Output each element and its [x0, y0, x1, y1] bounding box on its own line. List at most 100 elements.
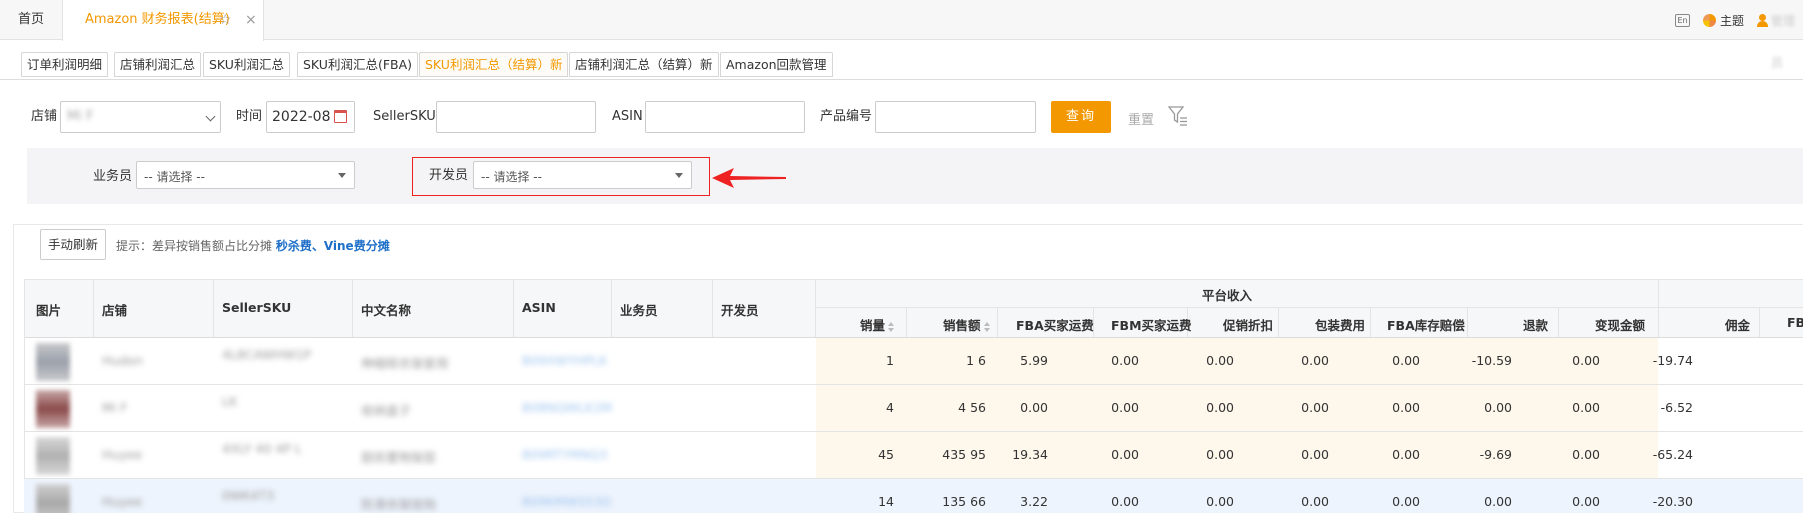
cell-store: Hudon: [102, 353, 143, 368]
table-row[interactable]: Huyee 0WK4T3 防滑衣架挂钩 B09KMWS53D 14 135 66 3.22…: [24, 478, 1803, 513]
cell-cash-amount: 0.00: [1572, 353, 1600, 368]
cell-fba-inventory-comp: 0.00: [1392, 353, 1420, 368]
product-thumbnail[interactable]: [36, 390, 70, 428]
report-subtabs: 订单利润明细 店铺利润汇总 SKU利润汇总 SKU利润汇总(FBA) SKU利润…: [0, 48, 1803, 80]
cell-packaging-fee: 0.00: [1301, 447, 1329, 462]
developer-select-value: -- 请选择 --: [481, 170, 542, 184]
hint-prefix: 提示：差异按销售额占比分摊: [116, 239, 276, 253]
subtab-amazon-payment-management[interactable]: Amazon回款管理: [720, 52, 833, 77]
product-thumbnail[interactable]: [36, 437, 70, 475]
cell-packaging-fee: 0.00: [1301, 353, 1329, 368]
close-icon[interactable]: ×: [245, 0, 257, 40]
subtab-sku-profit-summary-settled[interactable]: SKU利润汇总（结算）新: [419, 52, 569, 77]
col-quantity-label: 销量: [860, 318, 886, 333]
col-packaging-fee: 包装费用: [1315, 318, 1366, 333]
product-code-input[interactable]: [875, 101, 1036, 133]
sellersku-input[interactable]: [436, 101, 596, 133]
cell-promo-discount: 0.00: [1206, 353, 1234, 368]
col-store: 店铺: [102, 303, 128, 318]
cell-sales: 435 95: [942, 447, 986, 462]
sku-profit-table: 图片 店铺 SellerSKU 中文名称 ASIN 业务员 开发员 平台收入 销…: [24, 279, 1803, 513]
manual-refresh-button[interactable]: 手动刷新: [40, 229, 106, 260]
cell-chinese-name: 厨房置物架层: [361, 450, 437, 465]
salesman-select[interactable]: -- 请选择 --: [136, 161, 355, 189]
table-row[interactable]: Hudon 4L8CAWHW1P 伸缩晾衣架家用 B09XWYHPLK 1 1 6 5.99…: [24, 337, 1803, 384]
cell-promo-discount: 0.00: [1206, 494, 1234, 509]
cell-fbm-buyer-shipping: 0.00: [1111, 400, 1139, 415]
cell-sellersku: 0WK4T3: [222, 488, 275, 503]
cell-refund: 0.00: [1484, 494, 1512, 509]
table-row[interactable]: Huyee 4XLY 40 4P L 厨房置物架层 B09RTYMNQ3 45 435 9…: [24, 431, 1803, 478]
developer-select[interactable]: -- 请选择 --: [473, 161, 692, 189]
col-fbm-buyer-shipping: FBM买家运费: [1111, 318, 1192, 333]
cell-promo-discount: 0.00: [1206, 400, 1234, 415]
product-thumbnail[interactable]: [36, 484, 70, 513]
cell-sellersku: 4L8CAWHW1P: [222, 347, 312, 362]
caret-down-icon: [338, 173, 346, 178]
cell-cash-amount: 0.00: [1572, 447, 1600, 462]
cell-sellersku: 4XLY 40 4P L: [222, 441, 302, 456]
cell-sellersku: LK: [222, 394, 238, 409]
hint-text: 提示：差异按销售额占比分摊 秒杀费、Vine费分摊: [116, 237, 390, 254]
cell-store: Huyee: [102, 447, 143, 462]
cell-store: Mi F: [102, 400, 128, 415]
theme-button[interactable]: 主题: [1720, 0, 1744, 42]
annotation-arrow-icon: [712, 168, 786, 188]
language-icon[interactable]: En: [1675, 14, 1690, 27]
sort-icon[interactable]: [983, 321, 990, 332]
cell-fba-buyer-shipping: 19.34: [1012, 447, 1048, 462]
cell-packaging-fee: 0.00: [1301, 494, 1329, 509]
col-cash-amount: 变现金额: [1595, 318, 1646, 333]
cell-fbm-buyer-shipping: 0.00: [1111, 353, 1139, 368]
cell-fba-inventory-comp: 0.00: [1392, 494, 1420, 509]
subtab-sku-profit-summary[interactable]: SKU利润汇总: [203, 52, 290, 77]
filter-settings-icon[interactable]: [1168, 105, 1188, 127]
cell-asin[interactable]: B08NQWLK2M: [522, 400, 612, 415]
user-icon[interactable]: [1757, 14, 1768, 27]
col-salesman: 业务员: [620, 303, 658, 318]
cell-asin[interactable]: B09KMWS53D: [522, 494, 611, 509]
asin-input[interactable]: [645, 101, 805, 133]
sort-icon[interactable]: [888, 321, 895, 332]
table-row[interactable]: Mi F LK 收纳盒子 B08NQWLK2M 4 4 56 0.00 0.00 0.00 0.…: [24, 384, 1803, 431]
col-image: 图片: [36, 303, 62, 318]
cell-refund: -9.69: [1479, 447, 1512, 462]
col-quantity[interactable]: 销量: [860, 315, 895, 334]
tab-home[interactable]: 首页: [0, 0, 62, 40]
calendar-icon[interactable]: [334, 110, 347, 123]
cell-commission: -65.24: [1652, 447, 1693, 462]
subtab-store-profit-summary[interactable]: 店铺利润汇总: [114, 52, 202, 77]
subtab-sku-profit-summary-fba[interactable]: SKU利润汇总(FBA): [297, 52, 419, 77]
cell-asin[interactable]: B09XWYHPLK: [522, 353, 607, 368]
col-sales-label: 销售额: [943, 318, 981, 333]
subtab-store-profit-summary-settled[interactable]: 店铺利润汇总（结算）新: [569, 52, 719, 77]
col-fba-buyer-shipping: FBA买家运费: [1016, 318, 1094, 333]
query-button[interactable]: 查询: [1051, 101, 1111, 133]
month-picker[interactable]: 2022-08: [266, 101, 355, 133]
cell-commission: -6.52: [1660, 400, 1693, 415]
tab-amazon-financial-report[interactable]: Amazon 财务报表(结算) ☆ ×: [62, 0, 264, 41]
col-promo-discount: 促销折扣: [1223, 318, 1274, 333]
cell-commission: -20.30: [1652, 494, 1693, 509]
col-asin: ASIN: [522, 300, 556, 315]
palette-icon[interactable]: [1703, 14, 1716, 27]
subtab-order-profit-detail[interactable]: 订单利润明细: [21, 52, 109, 77]
sellersku-label: SellerSKU: [373, 109, 436, 124]
cell-commission: -19.74: [1652, 353, 1693, 368]
col-developer: 开发员: [721, 303, 759, 318]
cell-cash-amount: 0.00: [1572, 494, 1600, 509]
cell-sales: 4 56: [958, 400, 986, 415]
store-select-value: Mi F: [67, 109, 94, 124]
product-thumbnail[interactable]: [36, 343, 70, 381]
cell-sales: 1 6: [966, 353, 986, 368]
reset-button[interactable]: 重置: [1128, 109, 1154, 128]
cell-quantity: 14: [878, 494, 894, 509]
cell-asin[interactable]: B09RTYMNQ3: [522, 447, 607, 462]
cell-promo-discount: 0.00: [1206, 447, 1234, 462]
product-code-label: 产品编号: [820, 109, 873, 124]
col-sales[interactable]: 销售额: [943, 315, 990, 334]
salesman-select-value: -- 请选择 --: [144, 170, 205, 184]
tab-label: Amazon 财务报表(结算): [85, 12, 230, 27]
store-select[interactable]: Mi F: [60, 101, 221, 133]
star-icon[interactable]: ☆: [219, 0, 232, 40]
